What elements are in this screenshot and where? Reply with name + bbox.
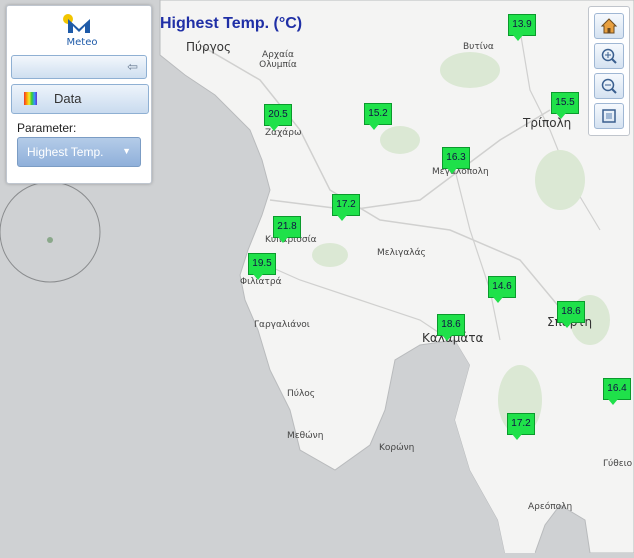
data-button[interactable]: Data [11,84,149,114]
zoom-in-icon [601,48,617,64]
home-button[interactable] [594,13,624,39]
station-marker[interactable]: 14.6 [488,276,516,303]
station-marker[interactable]: 15.5 [551,92,579,119]
place-label: Γαργαλιάνοι [254,320,310,330]
control-panel: Meteo ⇦ Data Parameter: Highest Temp. ▼ [6,5,152,184]
place-label: Αρχαία Ολυμπία [259,50,297,70]
chevron-down-icon: ▼ [122,146,131,156]
meteo-logo: Meteo [59,11,105,53]
zoom-extent-icon [602,109,616,123]
parameter-select[interactable]: Highest Temp. ▼ [17,137,141,167]
place-label: Βυτίνα [463,42,494,52]
station-marker[interactable]: 15.2 [364,103,392,130]
place-label: Μελιγαλάς [377,248,426,258]
zoom-out-button[interactable] [594,73,624,99]
station-marker[interactable]: 13.9 [508,14,536,41]
parameter-select-value: Highest Temp. [27,145,104,159]
station-marker[interactable]: 21.8 [273,216,301,243]
zoom-extent-button[interactable] [594,103,624,129]
map-toolbar [588,6,630,136]
place-label: Μεθώνη [287,431,324,441]
station-marker[interactable]: 17.2 [507,413,535,440]
data-button-label: Data [54,91,82,106]
map-title: Highest Temp. (°C) [160,15,303,32]
place-label: Πύργος [186,40,232,54]
station-marker[interactable]: 16.4 [603,378,631,405]
palette-icon [24,92,37,105]
station-marker[interactable]: 18.6 [437,314,465,341]
station-marker[interactable]: 19.5 [248,253,276,280]
station-marker[interactable]: 18.6 [557,301,585,328]
home-icon [600,18,618,34]
parameter-label: Parameter: [17,121,77,135]
place-label: Γύθειο [603,459,633,469]
zoom-out-icon [601,78,617,94]
station-marker[interactable]: 16.3 [442,147,470,174]
station-marker[interactable]: 20.5 [264,104,292,131]
station-marker[interactable]: 17.2 [332,194,360,221]
place-label: Αρεόπολη [528,502,573,512]
place-label: Πύλος [287,389,316,399]
collapse-panel-button[interactable]: ⇦ [11,55,147,79]
arrow-left-icon: ⇦ [127,59,138,74]
place-label: Κορώνη [379,443,415,453]
logo-text: Meteo [66,37,98,48]
zoom-in-button[interactable] [594,43,624,69]
